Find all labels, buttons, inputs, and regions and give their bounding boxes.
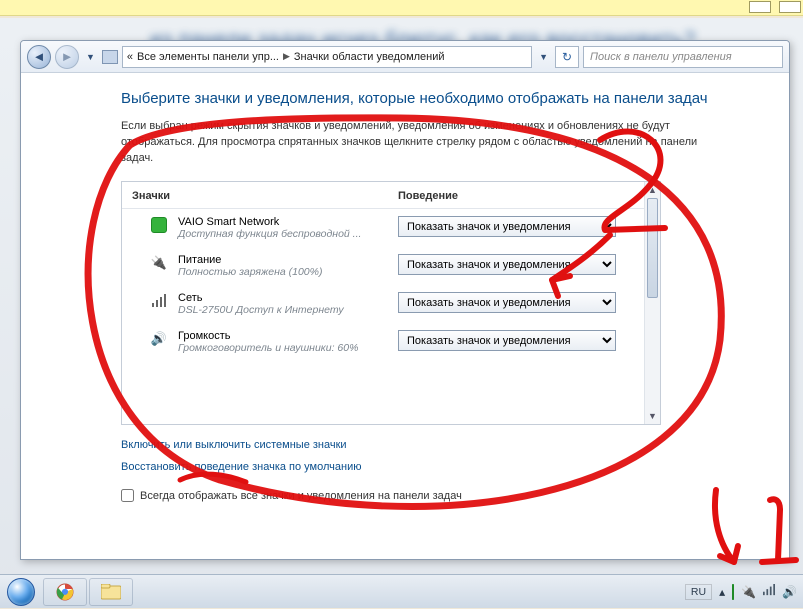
tray-network-icon[interactable] (763, 584, 775, 599)
restore-default-link[interactable]: Восстановить поведение значка по умолчан… (121, 461, 362, 473)
list-item: VAIO Smart Network Доступная функция бес… (122, 209, 660, 247)
behavior-select[interactable]: Показать значок и уведомления (398, 254, 616, 275)
column-header-behavior: Поведение (398, 190, 650, 202)
control-panel-icon (102, 50, 118, 64)
breadcrumb-part-1[interactable]: Все элементы панели упр... (137, 51, 279, 63)
control-panel-window: ◄ ► ▼ « Все элементы панели упр... ▶ Зна… (20, 40, 790, 560)
panel-body: VAIO Smart Network Доступная функция бес… (122, 209, 660, 415)
panel-header: Значки Поведение (122, 182, 660, 209)
links-block: Включить или выключить системные значки … (121, 439, 769, 483)
panel-scrollbar[interactable]: ▲ ▼ (644, 182, 660, 424)
item-sub: DSL-2750U Доступ к Интернету (178, 304, 388, 316)
system-tray: RU ▴ 🔌 🔊 (685, 584, 797, 600)
browser-min-icon[interactable] (749, 1, 771, 13)
browser-tab-strip (0, 0, 803, 16)
always-show-checkbox[interactable] (121, 489, 134, 502)
scroll-down-icon[interactable]: ▼ (645, 408, 660, 424)
tray-chevron-icon[interactable]: ▴ (719, 585, 725, 599)
breadcrumb-part-2[interactable]: Значки области уведомлений (294, 51, 445, 63)
list-item: 🔌 Питание Полностью заряжена (100%) Пока… (122, 247, 660, 285)
tray-volume-icon[interactable]: 🔊 (782, 585, 797, 599)
language-indicator[interactable]: RU (685, 584, 712, 600)
explorer-toolbar: ◄ ► ▼ « Все элементы панели упр... ▶ Зна… (21, 41, 789, 73)
breadcrumb[interactable]: « Все элементы панели упр... ▶ Значки об… (122, 46, 532, 68)
browser-max-icon[interactable] (779, 1, 801, 13)
nav-history-dropdown[interactable]: ▼ (83, 52, 98, 62)
item-sub: Полностью заряжена (100%) (178, 266, 388, 278)
tray-power-icon[interactable]: 🔌 (741, 585, 756, 599)
refresh-button[interactable]: ↻ (555, 46, 579, 68)
list-item: Сеть DSL-2750U Доступ к Интернету Показа… (122, 285, 660, 323)
column-header-icons: Значки (132, 190, 398, 202)
item-name: VAIO Smart Network (178, 216, 388, 228)
nav-back-button[interactable]: ◄ (27, 45, 51, 69)
item-name: Питание (178, 254, 388, 266)
list-item: 🔊 Громкость Громкоговоритель и наушники:… (122, 323, 660, 361)
item-name: Громкость (178, 330, 388, 342)
behavior-select[interactable]: Показать значок и уведомления (398, 330, 616, 351)
scroll-thumb[interactable] (647, 198, 658, 298)
page-title: Выберите значки и уведомления, которые н… (121, 89, 769, 109)
scroll-up-icon[interactable]: ▲ (645, 182, 660, 198)
item-name: Сеть (178, 292, 388, 304)
breadcrumb-dropdown[interactable]: ▼ (536, 52, 551, 62)
always-show-label: Всегда отображать все значки и уведомлен… (140, 490, 462, 502)
always-show-row: Всегда отображать все значки и уведомлен… (121, 489, 769, 502)
start-button[interactable] (0, 575, 42, 609)
content-area: Выберите значки и уведомления, которые н… (21, 73, 789, 559)
page-description: Если выбран режим скрытия значков и увед… (121, 119, 721, 167)
taskbar-chrome-button[interactable] (43, 578, 87, 606)
nav-forward-button[interactable]: ► (55, 45, 79, 69)
breadcrumb-sep-icon: ▶ (283, 51, 290, 62)
behavior-select[interactable]: Показать значок и уведомления (398, 216, 616, 237)
icons-panel: Значки Поведение VAIO Smart Network Дост… (121, 181, 661, 425)
network-icon (150, 292, 168, 310)
taskbar-explorer-button[interactable] (89, 578, 133, 606)
breadcrumb-root-chevron[interactable]: « (127, 51, 133, 63)
taskbar: RU ▴ 🔌 🔊 (0, 574, 803, 608)
toggle-system-icons-link[interactable]: Включить или выключить системные значки (121, 439, 347, 451)
vaio-icon (150, 216, 168, 234)
behavior-select[interactable]: Показать значок и уведомления (398, 292, 616, 313)
volume-icon: 🔊 (150, 330, 168, 348)
item-sub: Громкоговоритель и наушники: 60% (178, 342, 388, 354)
tray-vaio-icon[interactable] (732, 585, 734, 599)
item-sub: Доступная функция беспроводной ... (178, 228, 388, 240)
power-icon: 🔌 (150, 254, 168, 272)
search-input[interactable]: Поиск в панели управления (583, 46, 783, 68)
